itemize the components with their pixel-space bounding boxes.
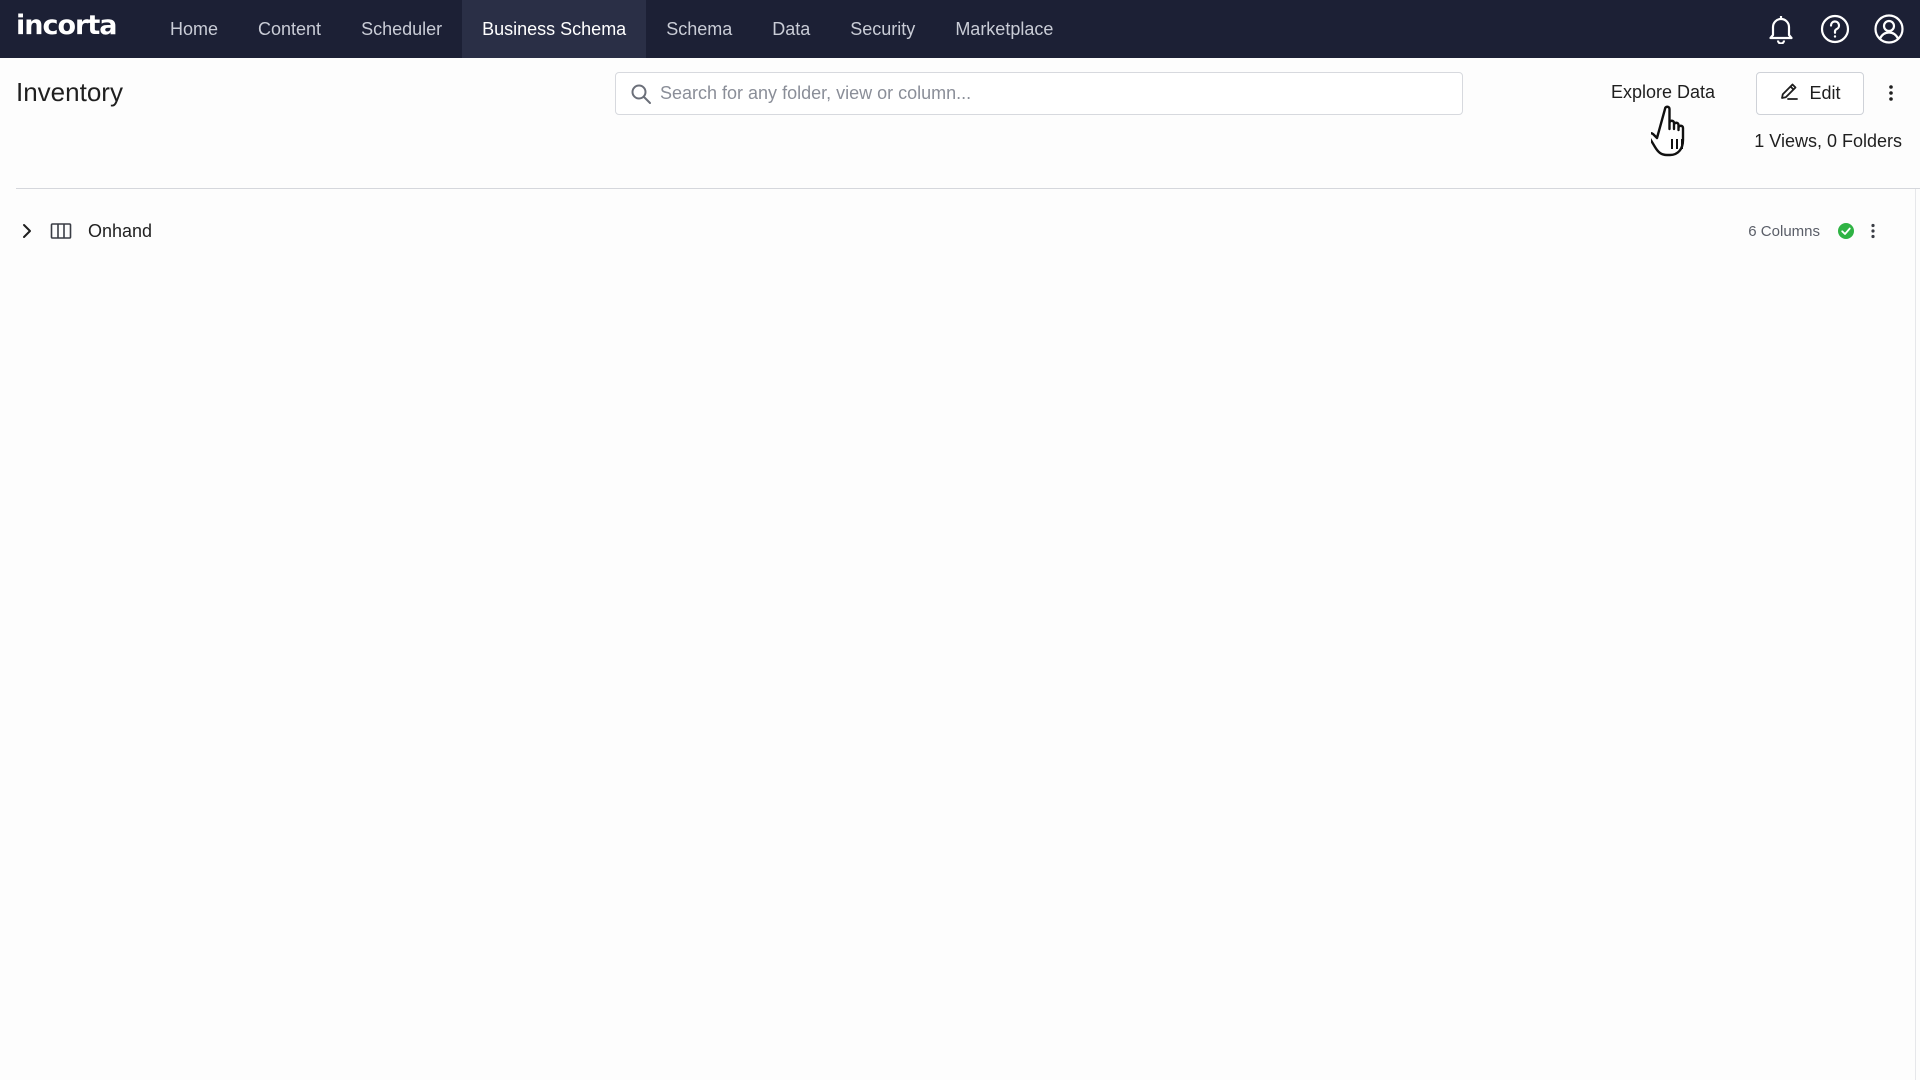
pencil-icon — [1779, 81, 1799, 106]
edit-button-label: Edit — [1809, 83, 1841, 103]
more-options-icon[interactable] — [1882, 80, 1900, 106]
explore-data-button[interactable]: Explore Data — [1611, 82, 1715, 103]
header-actions — [1764, 0, 1906, 58]
bell-icon[interactable] — [1764, 12, 1798, 46]
valid-status-icon — [1838, 223, 1854, 239]
nav-item-scheduler[interactable]: Scheduler — [341, 0, 462, 58]
view-name[interactable]: Onhand — [88, 221, 152, 242]
incorta-logo[interactable]: incorta — [16, 10, 117, 41]
nav-item-data[interactable]: Data — [752, 0, 830, 58]
search-input[interactable] — [660, 83, 1462, 104]
search-icon — [630, 83, 652, 105]
view-row[interactable]: Onhand 6 Columns — [16, 214, 1896, 248]
row-more-options-icon[interactable] — [1866, 220, 1880, 242]
main-nav: Home Content Scheduler Business Schema S… — [150, 0, 1073, 58]
table-view-icon — [50, 222, 72, 240]
views-folders-count: 1 Views, 0 Folders — [1754, 131, 1902, 151]
search-box[interactable] — [615, 72, 1463, 115]
page-title: Inventory — [16, 77, 123, 107]
help-icon[interactable] — [1818, 12, 1852, 46]
chevron-right-icon[interactable] — [18, 222, 36, 240]
edit-button[interactable]: Edit — [1756, 72, 1864, 115]
content-right-border — [1915, 189, 1916, 1080]
nav-item-marketplace[interactable]: Marketplace — [935, 0, 1073, 58]
nav-item-content[interactable]: Content — [238, 0, 341, 58]
nav-item-schema[interactable]: Schema — [646, 0, 752, 58]
hand-cursor-icon — [1647, 103, 1703, 161]
nav-item-business-schema[interactable]: Business Schema — [462, 0, 647, 58]
nav-item-home[interactable]: Home — [150, 0, 238, 58]
header-divider — [16, 188, 1920, 189]
column-count: 6 Columns — [1748, 222, 1820, 240]
user-account-icon[interactable] — [1872, 12, 1906, 46]
view-row-meta: 6 Columns — [1748, 214, 1880, 248]
top-nav-bar: incorta Home Content Scheduler Business … — [0, 0, 1920, 58]
nav-item-security[interactable]: Security — [830, 0, 935, 58]
